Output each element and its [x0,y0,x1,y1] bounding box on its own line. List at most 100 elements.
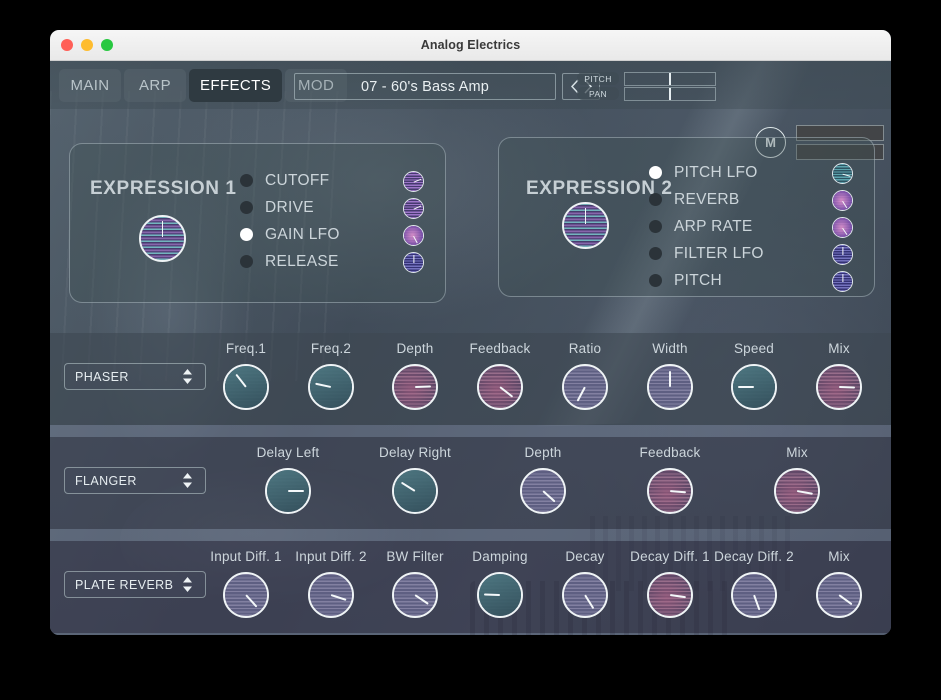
expression-option-cutoff[interactable]: CUTOFF [240,168,340,193]
knob-plate-reverb-mix[interactable] [816,572,862,618]
knob-phaser-mix[interactable] [816,364,862,410]
tab-effects[interactable]: EFFECTS [189,69,283,102]
knob-flanger-depth[interactable] [520,468,566,514]
knob-cell: Depth [500,445,586,514]
radio-button[interactable] [240,228,253,241]
updown-arrows-icon[interactable] [181,472,194,494]
knob-rings [394,470,436,512]
knob-cell: Speed [711,341,797,410]
micro-slider-track[interactable] [624,71,716,86]
expression-option-label: PITCH [674,271,722,289]
expression-option-pitch[interactable]: PITCH [649,268,764,293]
radio-button[interactable] [240,174,253,187]
knob-label: Width [652,341,688,356]
expression-mini-knob-gain-lfo[interactable] [403,225,424,246]
radio-button[interactable] [649,247,662,260]
knob-pointer [669,371,671,387]
close-button[interactable] [61,39,73,51]
knob-cell: Ratio [542,341,628,410]
minimize-button[interactable] [81,39,93,51]
effect-select-plate-reverb[interactable]: PLATE REVERB [64,571,206,598]
effect-select-flanger[interactable]: FLANGER [64,467,206,494]
expression-option-drive[interactable]: DRIVE [240,195,340,220]
expression-1-options: CUTOFF DRIVE GAIN LFO RELEASE [240,168,340,276]
expression-option-arp-rate[interactable]: ARP RATE [649,214,764,239]
knob-label: Decay Diff. 2 [714,549,794,564]
knob-plate-reverb-decay-diff-2[interactable] [731,572,777,618]
updown-arrows-icon[interactable] [181,576,194,598]
radio-button[interactable] [240,255,253,268]
knob-phaser-feedback[interactable] [477,364,523,410]
expression-mini-knob-filter-lfo[interactable] [832,244,853,265]
expression-option-pitch-lfo[interactable]: PITCH LFO [649,160,764,185]
knob-cell: Depth [372,341,458,410]
micro-slider-track[interactable] [624,86,716,101]
expression-mini-knob-reverb[interactable] [832,190,853,211]
knob-plate-reverb-bw-filter[interactable] [392,572,438,618]
expression-option-reverb[interactable]: REVERB [649,187,764,212]
knob-cell: Input Diff. 1 [203,549,289,618]
expression-mini-knob-cutoff[interactable] [403,171,424,192]
knob-phaser-depth[interactable] [392,364,438,410]
tab-arp[interactable]: ARP [124,69,186,102]
knob-label: Input Diff. 1 [210,549,282,564]
expression-mini-knob-arp-rate[interactable] [832,217,853,238]
micro-slider-pan[interactable]: PAN [577,86,722,101]
expression-mini-knob-pitch[interactable] [832,271,853,292]
effect-select-label: FLANGER [75,473,137,488]
knob-pointer [412,254,415,263]
expression-2-knob[interactable] [562,202,609,249]
knob-phaser-freq-1[interactable] [223,364,269,410]
plugin-body: MAIN ARP EFFECTS MOD 07 - 60's Bass Amp PIT… [50,61,891,635]
knob-label: Speed [733,341,775,356]
expression-mini-knob-drive[interactable] [403,198,424,219]
effect-row-phaser: PHASER Freq.1 Freq.2 Depth Feedback Ratio Widt… [50,333,891,425]
preset-display[interactable]: 07 - 60's Bass Amp [294,73,556,100]
effect-select-phaser[interactable]: PHASER [64,363,206,390]
knob-flanger-delay-right[interactable] [392,468,438,514]
knob-cell: Decay Diff. 1 [627,549,713,618]
knob-pointer [841,246,844,255]
knob-phaser-width[interactable] [647,364,693,410]
knob-label: Depth [524,445,562,460]
knob-plate-reverb-input-diff-2[interactable] [308,572,354,618]
effect-row-plate-reverb: PLATE REVERB Input Diff. 1 Input Diff. 2 BW… [50,541,891,633]
knob-cell: Feedback [627,445,713,514]
knob-plate-reverb-damping[interactable] [477,572,523,618]
knob-label: Damping [472,549,528,564]
knob-cell: Freq.1 [203,341,289,410]
knob-plate-reverb-decay[interactable] [562,572,608,618]
knob-flanger-delay-left[interactable] [265,468,311,514]
expression-mini-knob-pitch-lfo[interactable] [832,163,853,184]
expression-option-release[interactable]: RELEASE [240,249,340,274]
radio-button[interactable] [649,193,662,206]
preset-name: 07 - 60's Bass Amp [360,78,490,95]
radio-button[interactable] [240,201,253,214]
expression-1-title: EXPRESSION 1 [90,178,237,199]
expression-option-label: REVERB [674,190,740,208]
radio-button[interactable] [649,220,662,233]
radio-button[interactable] [649,274,662,287]
knob-flanger-mix[interactable] [774,468,820,514]
updown-arrows-icon[interactable] [181,368,194,390]
knob-label: Delay Right [379,445,451,460]
knob-label: Mix [828,549,850,564]
row-separator [50,425,891,437]
radio-button[interactable] [649,166,662,179]
effect-row-flanger: FLANGER Delay Left Delay Right Depth Feedbac… [50,437,891,529]
knob-plate-reverb-decay-diff-1[interactable] [647,572,693,618]
expression-option-filter-lfo[interactable]: FILTER LFO [649,241,764,266]
knob-phaser-ratio[interactable] [562,364,608,410]
knob-phaser-freq-2[interactable] [308,364,354,410]
expression-mini-knob-release[interactable] [403,252,424,273]
expression-option-gain-lfo[interactable]: GAIN LFO [240,222,340,247]
tab-main[interactable]: MAIN [59,69,121,102]
micro-slider-pitch[interactable]: PITCH [577,71,722,86]
knob-plate-reverb-input-diff-1[interactable] [223,572,269,618]
knob-flanger-feedback[interactable] [647,468,693,514]
knob-phaser-speed[interactable] [731,364,777,410]
expression-1-knob[interactable] [139,215,186,262]
plugin-window: Analog Electrics MAIN ARP EFFECTS MOD 07 - … [50,30,891,635]
zoom-button[interactable] [101,39,113,51]
knob-rings [310,366,352,408]
